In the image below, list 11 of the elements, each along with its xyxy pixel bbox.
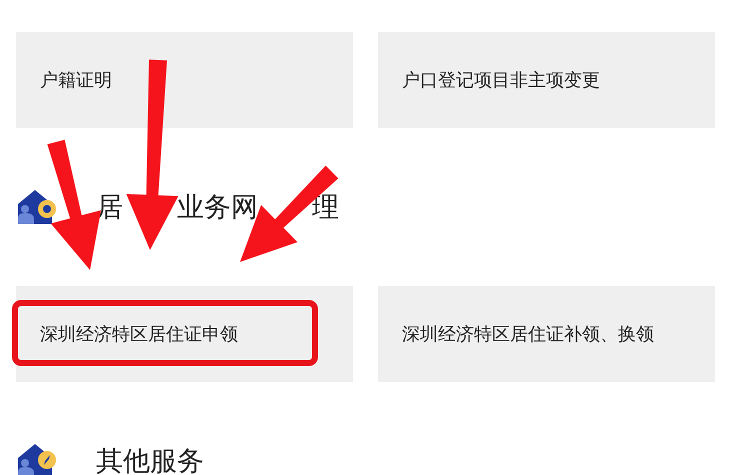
section-heading: 业务网 (177, 191, 258, 225)
service-card[interactable]: 户口登记项目非主项变更 (378, 32, 715, 128)
service-label: 户籍证明 (40, 68, 112, 92)
service-label: 户口登记项目非主项变更 (402, 68, 600, 92)
section-heading: 其他服务 (96, 445, 204, 475)
service-label: 深圳经济特区居住证补领、换领 (402, 322, 654, 346)
service-card[interactable]: 户籍证明 (16, 32, 353, 128)
service-card[interactable]: 深圳经济特区居住证补领、换领 (378, 286, 715, 382)
section-heading: 居 (96, 191, 123, 225)
section-heading: 理 (312, 191, 339, 225)
service-label: 深圳经济特区居住证申领 (40, 322, 238, 346)
